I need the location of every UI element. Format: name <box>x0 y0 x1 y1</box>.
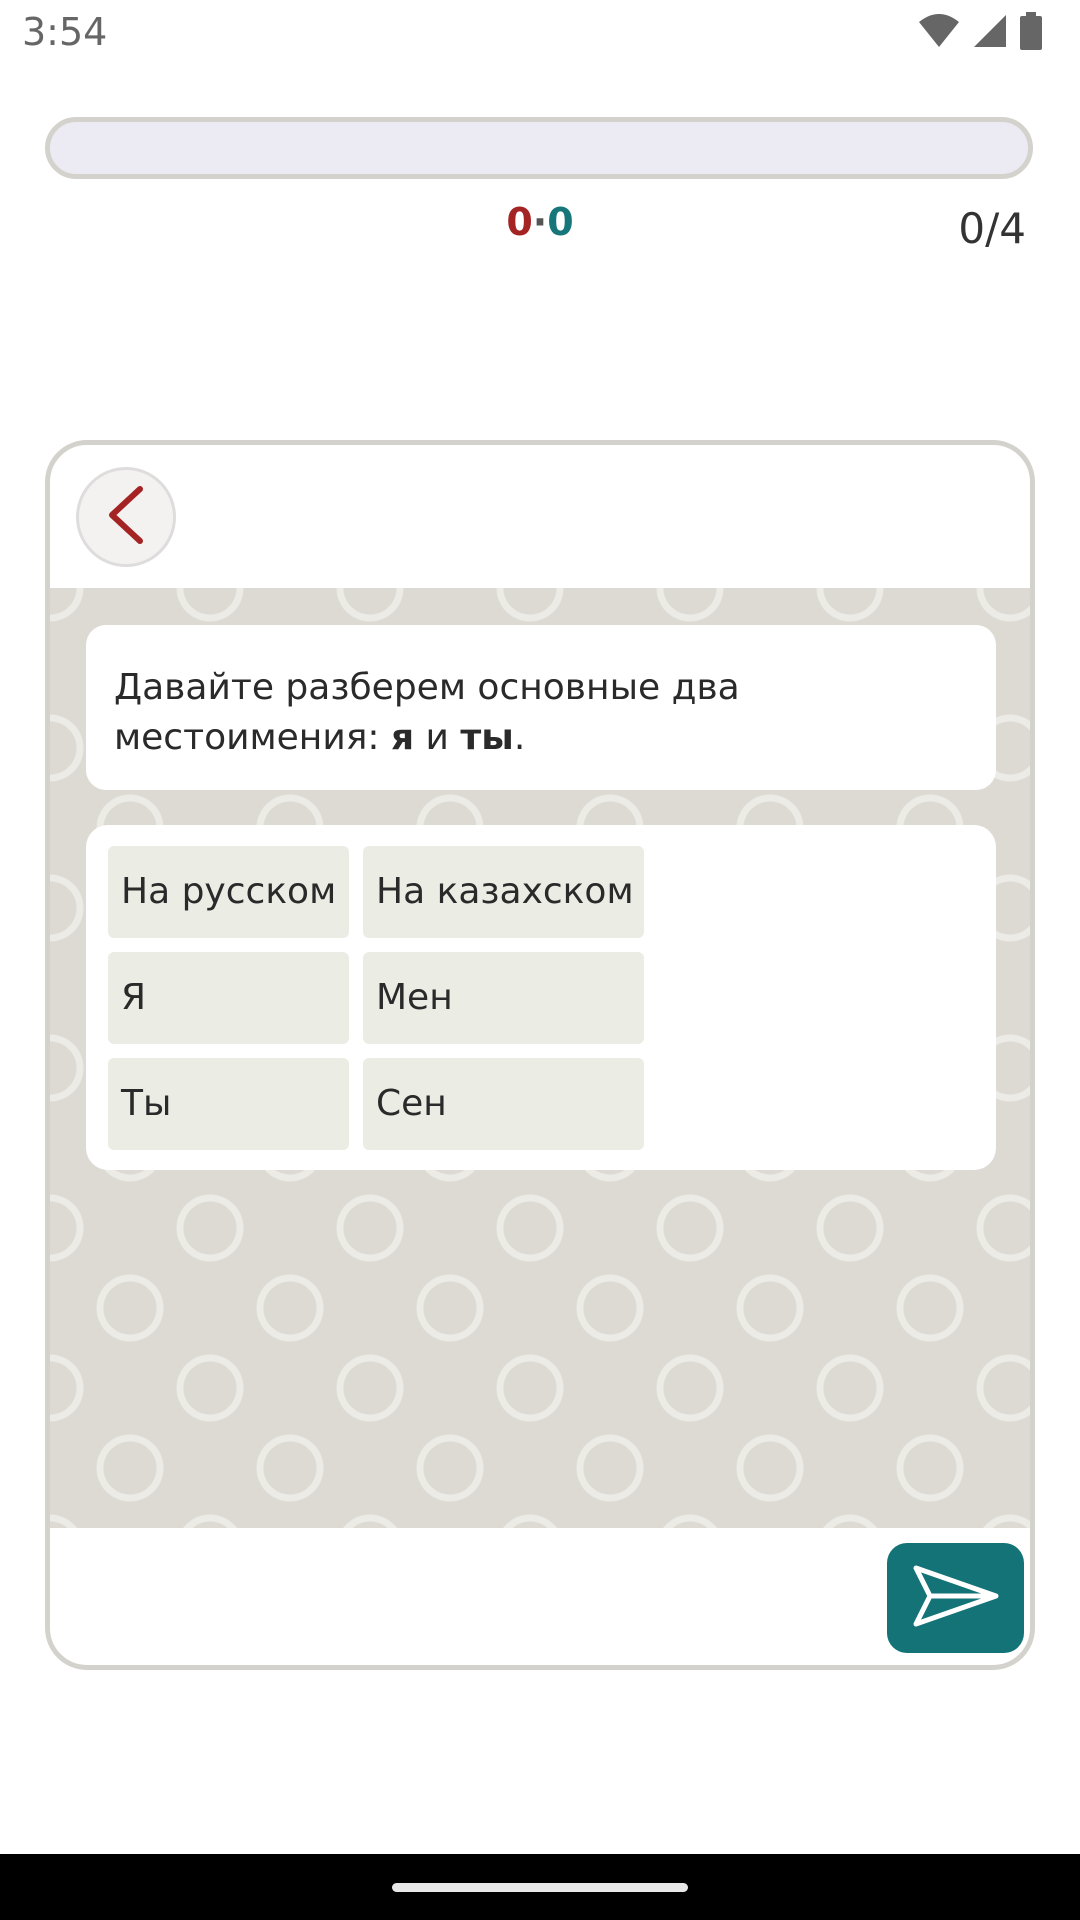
message-text-middle: и <box>414 717 461 758</box>
chat-area: Давайте разберем основные два местоимени… <box>50 588 1030 1528</box>
table-cell: Ты <box>108 1058 349 1150</box>
battery-icon <box>1020 12 1042 50</box>
score-separator: · <box>532 200 548 244</box>
table-header-russian: На русском <box>108 846 349 938</box>
table-header-kazakh: На казахском <box>363 846 644 938</box>
progress-bar <box>45 117 1033 179</box>
score-wrong: 0 <box>506 200 533 244</box>
pronoun-table: На русском На казахском Я Мен Ты Сен <box>86 825 996 1170</box>
navigation-bar <box>0 1854 1080 1920</box>
message-bold-ya: я <box>390 717 415 758</box>
send-button[interactable] <box>887 1543 1024 1653</box>
home-handle[interactable] <box>392 1883 688 1892</box>
score-right: 0 <box>547 200 574 244</box>
lesson-card: Давайте разберем основные два местоимени… <box>45 440 1035 1670</box>
message-text-end: . <box>513 717 526 758</box>
status-time: 3:54 <box>22 10 108 54</box>
wifi-icon <box>918 14 960 48</box>
score: 0·0 <box>0 200 1080 244</box>
status-bar: 3:54 <box>0 0 1080 68</box>
message-bubble: Давайте разберем основные два местоимени… <box>86 625 996 790</box>
message-bold-ty: ты <box>460 717 514 758</box>
chevron-left-icon <box>104 485 148 549</box>
back-button[interactable] <box>76 467 176 567</box>
table-cell: Сен <box>363 1058 644 1150</box>
send-icon <box>912 1564 1000 1632</box>
table-cell: Я <box>108 952 349 1044</box>
question-counter: 0/4 <box>958 204 1026 253</box>
table-cell: Мен <box>363 952 644 1044</box>
status-icons <box>918 12 1042 50</box>
signal-icon <box>972 13 1008 49</box>
